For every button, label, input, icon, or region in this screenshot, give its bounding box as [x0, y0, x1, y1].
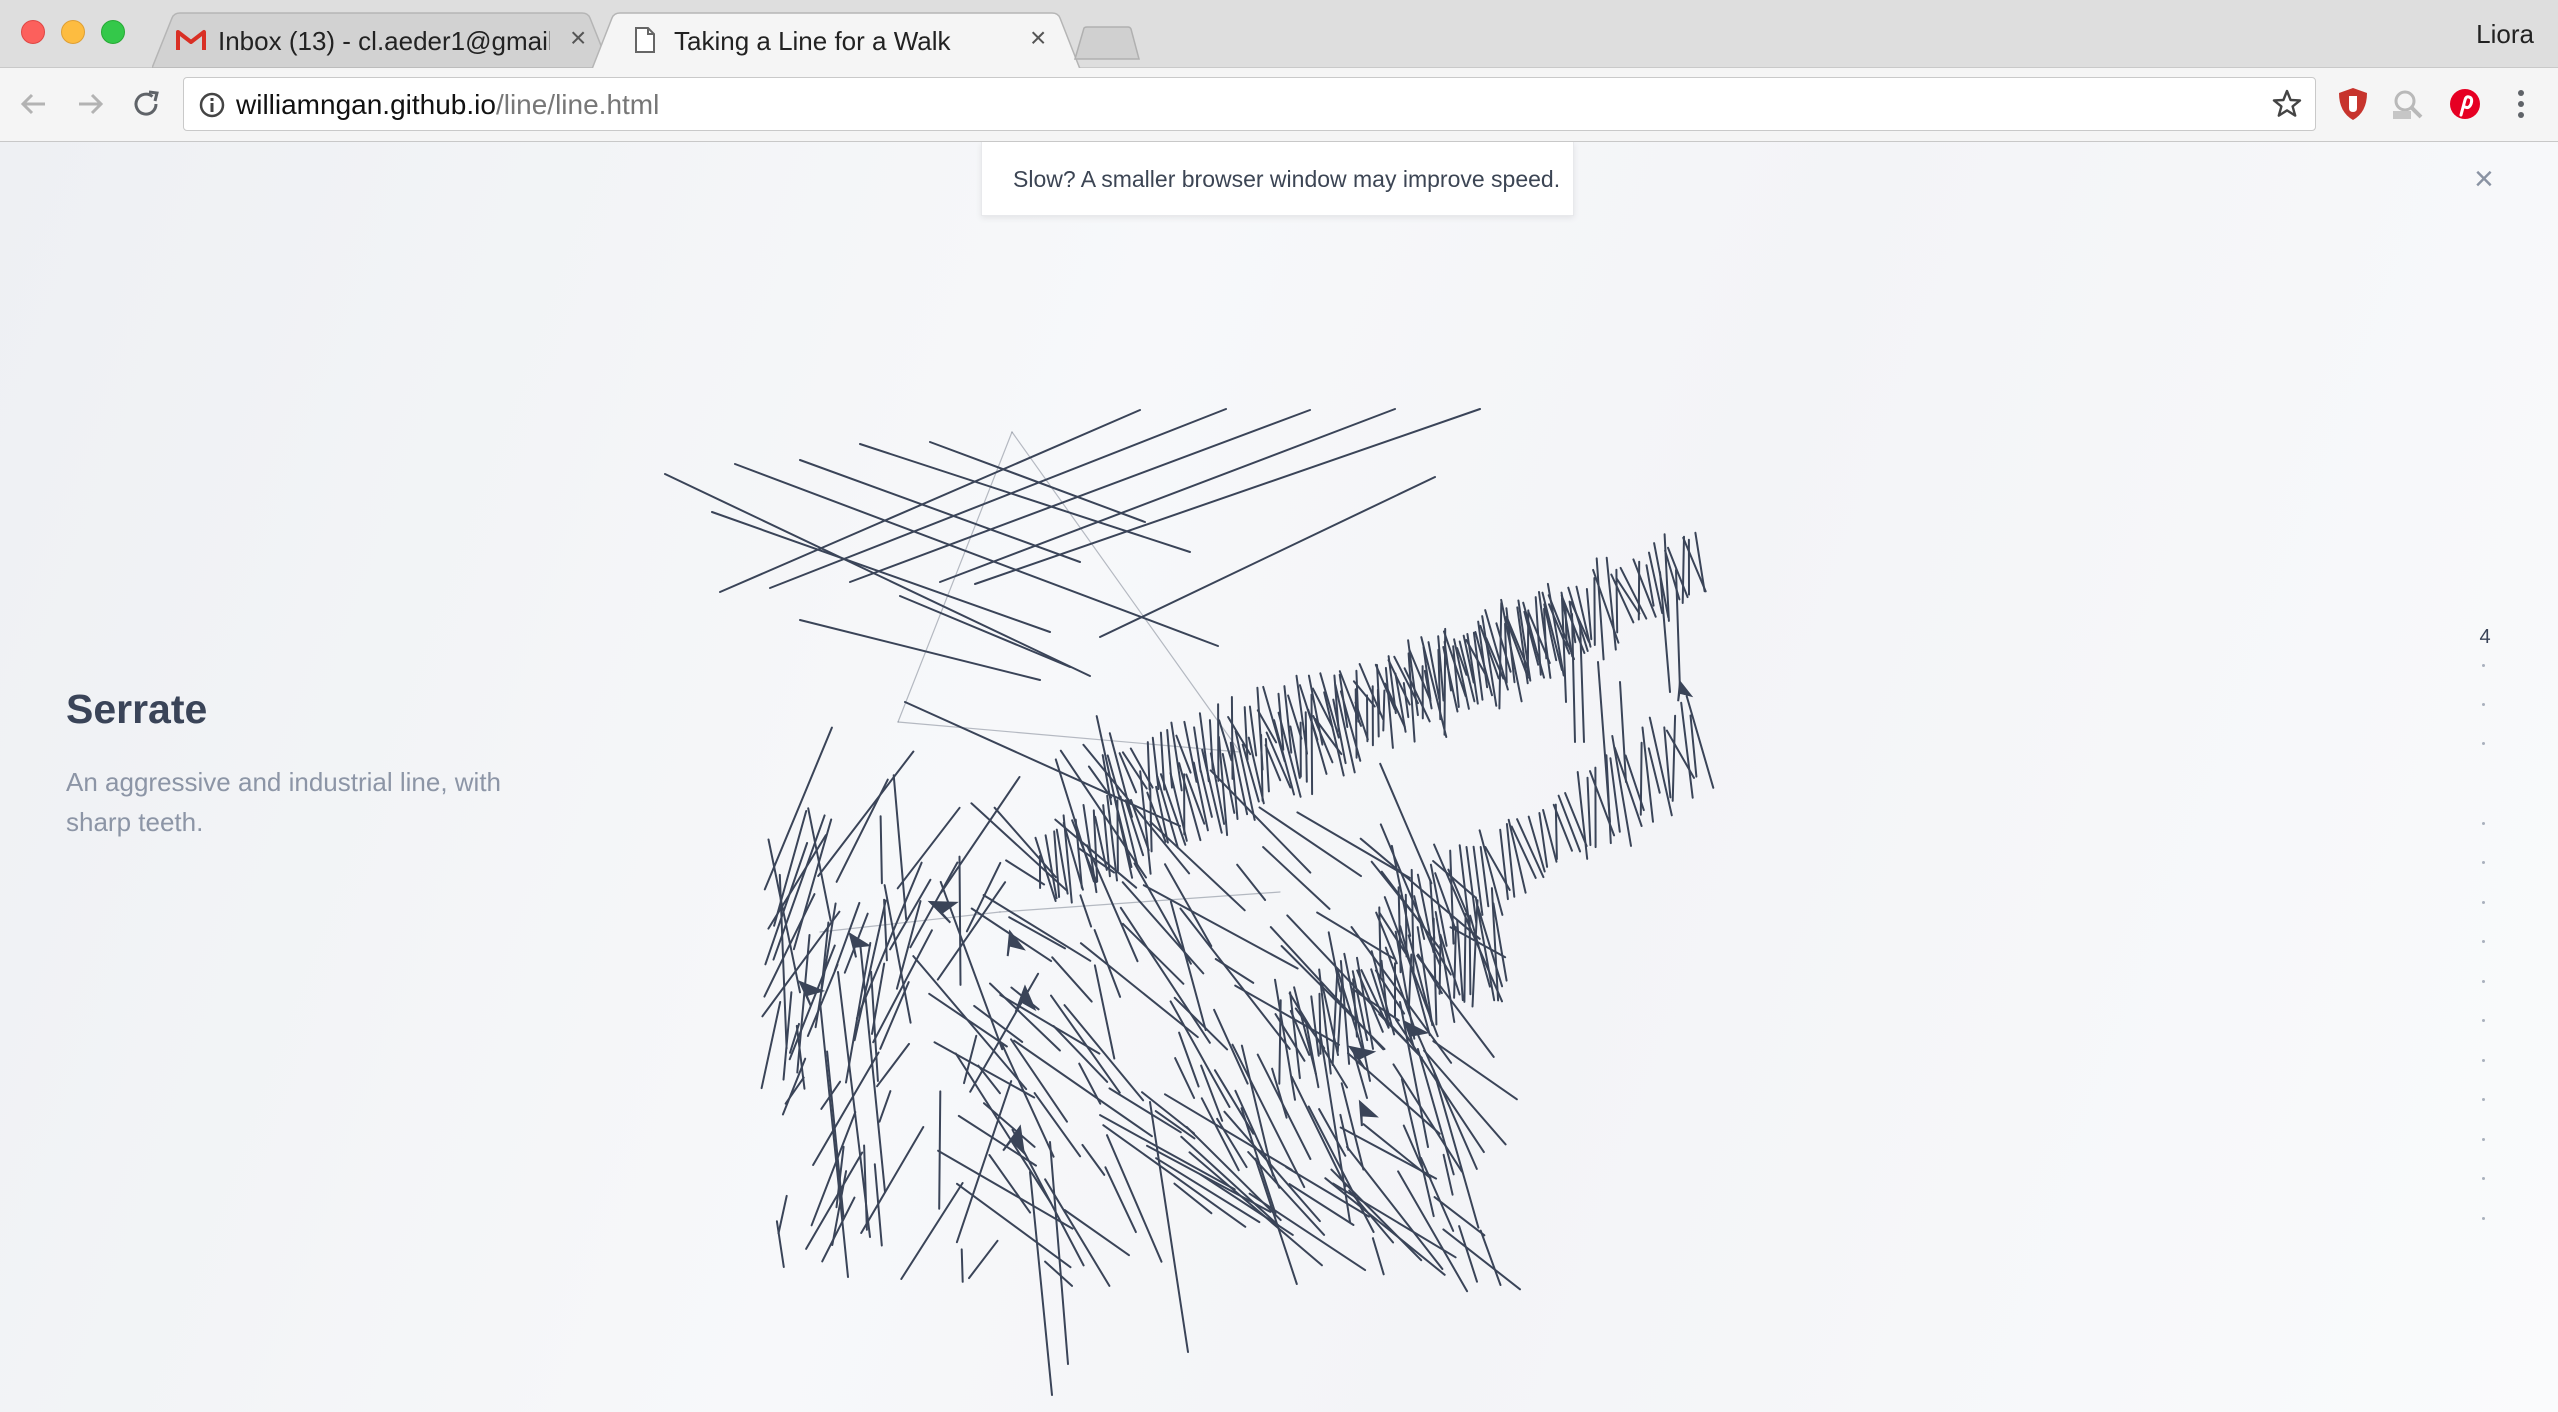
pager-dot[interactable]	[2482, 980, 2485, 983]
reload-button[interactable]	[124, 82, 168, 126]
pager-dot[interactable]	[2482, 664, 2485, 667]
bookmark-star-icon[interactable]	[2271, 88, 2303, 120]
magnifier-icon	[2393, 90, 2423, 119]
speed-notice: Slow? A smaller browser window may impro…	[981, 142, 1574, 216]
tab-title: Inbox (13) - cl.aeder1@gmail.com	[218, 26, 550, 56]
window-close-button[interactable]	[21, 20, 45, 44]
kebab-menu-icon	[2518, 90, 2524, 118]
gmail-icon	[176, 30, 206, 50]
info-icon[interactable]	[198, 91, 226, 119]
pager-dot[interactable]	[2482, 1059, 2485, 1062]
extension-ublock[interactable]	[2334, 85, 2372, 123]
pager-dot[interactable]	[2482, 1098, 2485, 1101]
back-button[interactable]	[12, 82, 56, 126]
pager-dot[interactable]	[2482, 742, 2485, 745]
pager-dot[interactable]	[2482, 861, 2485, 864]
tab-title: Taking a Line for a Walk	[674, 26, 951, 56]
forward-button[interactable]	[68, 82, 112, 126]
tab-close-icon[interactable]: ×	[570, 24, 586, 52]
profile-name[interactable]: Liora	[2476, 19, 2534, 50]
url-path: /line/line.html	[495, 89, 660, 120]
url-text: williamngan.github.io/line/line.html	[236, 89, 659, 121]
pager-dot[interactable]	[2482, 901, 2485, 904]
pager-dot[interactable]	[2482, 703, 2485, 706]
speed-notice-text: Slow? A smaller browser window may impro…	[1013, 166, 1561, 192]
reload-icon	[134, 90, 159, 116]
pager-dot[interactable]	[2482, 822, 2485, 825]
page-icon	[635, 27, 655, 53]
pager-dot[interactable]	[2482, 1138, 2485, 1141]
section-pager: 4	[2470, 142, 2500, 1412]
browser-titlebar: Inbox (13) - cl.aeder1@gmail.com × Takin…	[0, 0, 2558, 69]
pager-dot[interactable]	[2482, 1019, 2485, 1022]
pager-dot[interactable]	[2482, 1217, 2485, 1220]
address-bar[interactable]: williamngan.github.io/line/line.html	[183, 77, 2316, 131]
browser-toolbar: williamngan.github.io/line/line.html	[0, 68, 2558, 142]
pinterest-icon	[2450, 89, 2480, 119]
window-minimize-button[interactable]	[61, 20, 85, 44]
tab-taking-a-line-for-a-walk[interactable]: Taking a Line for a Walk ×	[592, 12, 1082, 69]
arrow-left-icon	[20, 93, 45, 115]
tab-close-icon[interactable]: ×	[1030, 24, 1046, 52]
extension-search[interactable]	[2389, 85, 2427, 123]
pager-dot[interactable]	[2482, 940, 2485, 943]
window-maximize-button[interactable]	[101, 20, 125, 44]
arrow-right-icon	[79, 93, 104, 115]
line-style-description: An aggressive and industrial line, with …	[66, 767, 502, 837]
pager-current-number[interactable]: 4	[2470, 626, 2500, 649]
pager-dot[interactable]	[2482, 1177, 2485, 1180]
page-viewport: Slow? A smaller browser window may impro…	[0, 142, 2558, 1412]
url-host: williamngan.github.io	[236, 89, 496, 120]
new-tab-button[interactable]	[1074, 26, 1140, 60]
extension-pinterest[interactable]	[2446, 85, 2484, 123]
tab-gmail-inbox[interactable]: Inbox (13) - cl.aeder1@gmail.com ×	[152, 12, 612, 68]
line-style-title: Serrate	[66, 686, 208, 732]
shield-icon	[2339, 88, 2367, 120]
browser-menu-button[interactable]	[2502, 85, 2540, 123]
